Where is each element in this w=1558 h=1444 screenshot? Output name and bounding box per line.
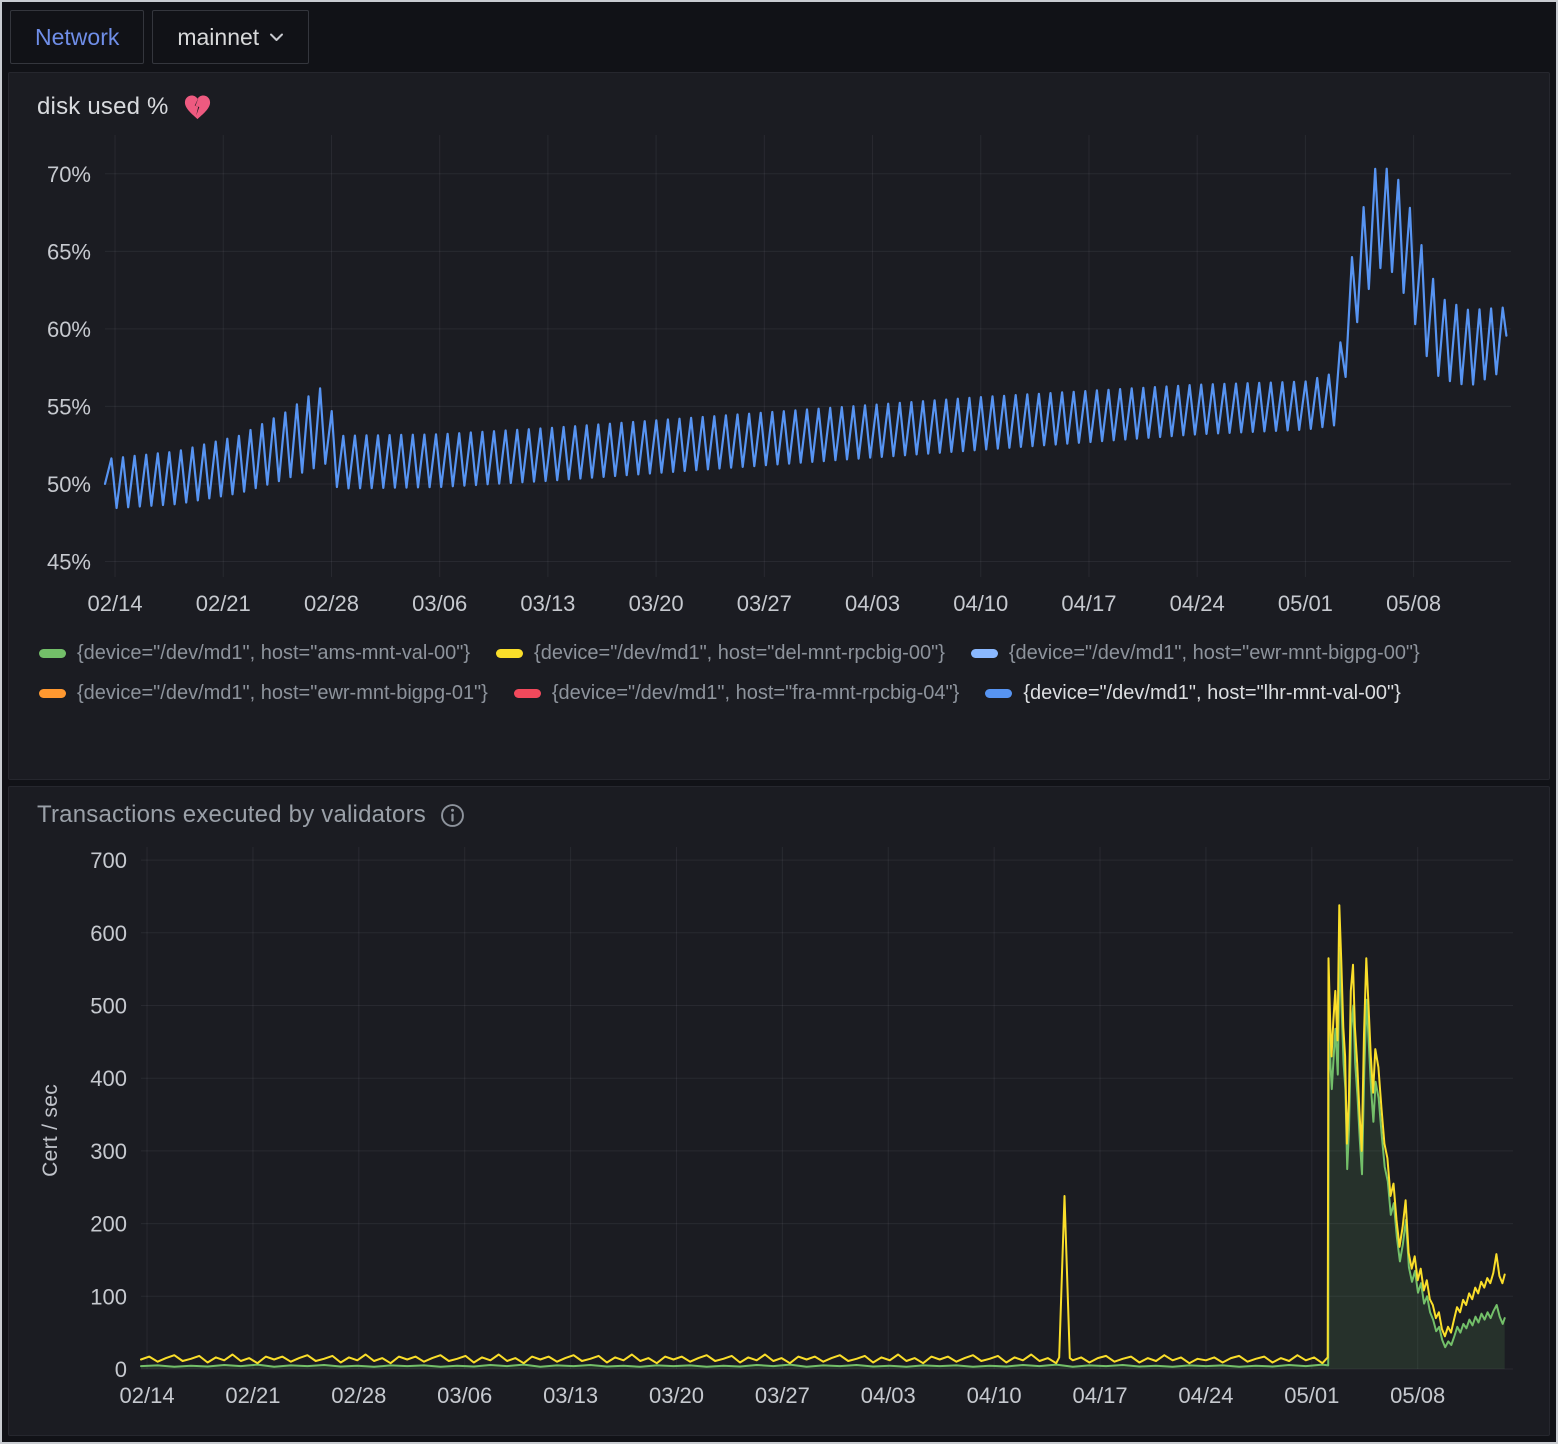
y-axis-label: Cert / sec xyxy=(39,1084,63,1177)
legend-swatch xyxy=(496,649,523,658)
legend-label: {device="/dev/md1", host="ams-mnt-val-00… xyxy=(77,642,470,665)
svg-text:05/01: 05/01 xyxy=(1278,591,1333,616)
svg-text:02/21: 02/21 xyxy=(196,591,251,616)
series-line xyxy=(141,949,1505,1367)
chart-svg: 45% 50% 55% 60% 65% 70% 02/14 02/21 02/28 03/06 03… xyxy=(29,127,1521,623)
legend-label: {device="/dev/md1", host="ewr-mnt-bigpg-… xyxy=(77,682,488,705)
panel-title-disk-used[interactable]: disk used % xyxy=(37,93,169,121)
disk-used-chart[interactable]: 45% 50% 55% 60% 65% 70% 02/14 02/21 02/28 03/06 03… xyxy=(9,127,1549,628)
panel-title-transactions[interactable]: Transactions executed by validators xyxy=(37,801,426,829)
svg-text:55%: 55% xyxy=(47,394,91,419)
network-value[interactable]: mainnet xyxy=(177,24,259,51)
heart-broken-icon xyxy=(183,94,212,121)
legend-swatch xyxy=(39,649,66,658)
svg-text:04/10: 04/10 xyxy=(953,591,1008,616)
network-variable-select[interactable]: mainnet xyxy=(152,10,309,64)
legend-item[interactable]: {device="/dev/md1", host="del-mnt-rpcbig… xyxy=(496,642,945,665)
svg-text:03/20: 03/20 xyxy=(649,1383,704,1408)
svg-text:02/14: 02/14 xyxy=(88,591,143,616)
svg-text:03/13: 03/13 xyxy=(543,1383,598,1408)
svg-text:200: 200 xyxy=(90,1212,127,1237)
legend-item[interactable]: {device="/dev/md1", host="ewr-mnt-bigpg-… xyxy=(39,682,488,705)
svg-text:50%: 50% xyxy=(47,472,91,497)
svg-text:02/21: 02/21 xyxy=(225,1383,280,1408)
network-label: Network xyxy=(35,24,119,51)
svg-text:03/13: 03/13 xyxy=(520,591,575,616)
legend-label: {device="/dev/md1", host="fra-mnt-rpcbig… xyxy=(552,682,960,705)
legend-swatch xyxy=(971,649,998,658)
transactions-chart[interactable]: 0 100 200 300 400 500 600 700 02/14 02/21 02/28 03/… xyxy=(75,835,1523,1426)
series-line xyxy=(141,905,1505,1363)
svg-text:60%: 60% xyxy=(47,317,91,342)
svg-text:300: 300 xyxy=(90,1139,127,1164)
svg-text:04/03: 04/03 xyxy=(845,591,900,616)
svg-text:400: 400 xyxy=(90,1066,127,1091)
series-group xyxy=(141,905,1505,1369)
legend-label: {device="/dev/md1", host="lhr-mnt-val-00… xyxy=(1023,682,1400,705)
series-group xyxy=(105,169,1506,508)
svg-text:03/20: 03/20 xyxy=(629,591,684,616)
axis-tick-labels: 45% 50% 55% 60% 65% 70% 02/14 02/21 02/28 03/06 03… xyxy=(47,162,1441,616)
legend-label: {device="/dev/md1", host="del-mnt-rpcbig… xyxy=(534,642,945,665)
svg-text:700: 700 xyxy=(90,848,127,873)
svg-text:0: 0 xyxy=(115,1357,127,1382)
svg-text:500: 500 xyxy=(90,993,127,1018)
svg-text:600: 600 xyxy=(90,921,127,946)
svg-text:03/06: 03/06 xyxy=(437,1383,492,1408)
svg-text:04/24: 04/24 xyxy=(1170,591,1225,616)
svg-text:100: 100 xyxy=(90,1284,127,1309)
svg-text:02/28: 02/28 xyxy=(304,591,359,616)
svg-text:04/24: 04/24 xyxy=(1178,1383,1233,1408)
svg-text:65%: 65% xyxy=(47,239,91,264)
legend-item[interactable]: {device="/dev/md1", host="lhr-mnt-val-00… xyxy=(985,682,1400,705)
svg-text:03/06: 03/06 xyxy=(412,591,467,616)
svg-text:02/28: 02/28 xyxy=(331,1383,386,1408)
grafana-dashboard: { "header": { "network_label": "Network"… xyxy=(0,0,1558,1444)
axis-tick-labels: 0 100 200 300 400 500 600 700 02/14 02/21 02/28 03/… xyxy=(90,848,1445,1408)
legend-label: {device="/dev/md1", host="ewr-mnt-bigpg-… xyxy=(1009,642,1420,665)
svg-text:45%: 45% xyxy=(47,549,91,574)
legend-swatch xyxy=(985,689,1012,698)
disk-used-legend: {device="/dev/md1", host="ams-mnt-val-00… xyxy=(9,628,1549,705)
svg-text:04/10: 04/10 xyxy=(967,1383,1022,1408)
series-line xyxy=(105,169,1506,508)
svg-text:03/27: 03/27 xyxy=(755,1383,810,1408)
panel-disk-used: disk used % 45% 50% 55% 60% 65% 70% 02/14 02/21… xyxy=(8,72,1550,780)
legend-item[interactable]: {device="/dev/md1", host="ams-mnt-val-00… xyxy=(39,642,470,665)
svg-text:05/08: 05/08 xyxy=(1390,1383,1445,1408)
chevron-down-icon xyxy=(269,32,284,42)
chart-svg: 0 100 200 300 400 500 600 700 02/14 02/21 02/28 03/… xyxy=(75,835,1523,1421)
svg-text:05/08: 05/08 xyxy=(1386,591,1441,616)
gridlines xyxy=(141,847,1513,1369)
info-circle-icon[interactable] xyxy=(440,803,465,828)
legend-item[interactable]: {device="/dev/md1", host="fra-mnt-rpcbig… xyxy=(514,682,960,705)
legend-swatch xyxy=(514,689,541,698)
svg-text:02/14: 02/14 xyxy=(120,1383,175,1408)
svg-text:04/17: 04/17 xyxy=(1073,1383,1128,1408)
dashboard-variable-bar: Network mainnet xyxy=(10,10,1550,64)
svg-text:04/17: 04/17 xyxy=(1061,591,1116,616)
legend-swatch xyxy=(39,689,66,698)
svg-text:04/03: 04/03 xyxy=(861,1383,916,1408)
series-area xyxy=(141,949,1505,1369)
svg-text:05/01: 05/01 xyxy=(1284,1383,1339,1408)
panel-transactions: Transactions executed by validators Cert… xyxy=(8,786,1550,1436)
network-variable-label: Network xyxy=(10,10,144,64)
gridlines xyxy=(105,135,1511,577)
svg-text:03/27: 03/27 xyxy=(737,591,792,616)
svg-text:70%: 70% xyxy=(47,162,91,187)
legend-item[interactable]: {device="/dev/md1", host="ewr-mnt-bigpg-… xyxy=(971,642,1420,665)
